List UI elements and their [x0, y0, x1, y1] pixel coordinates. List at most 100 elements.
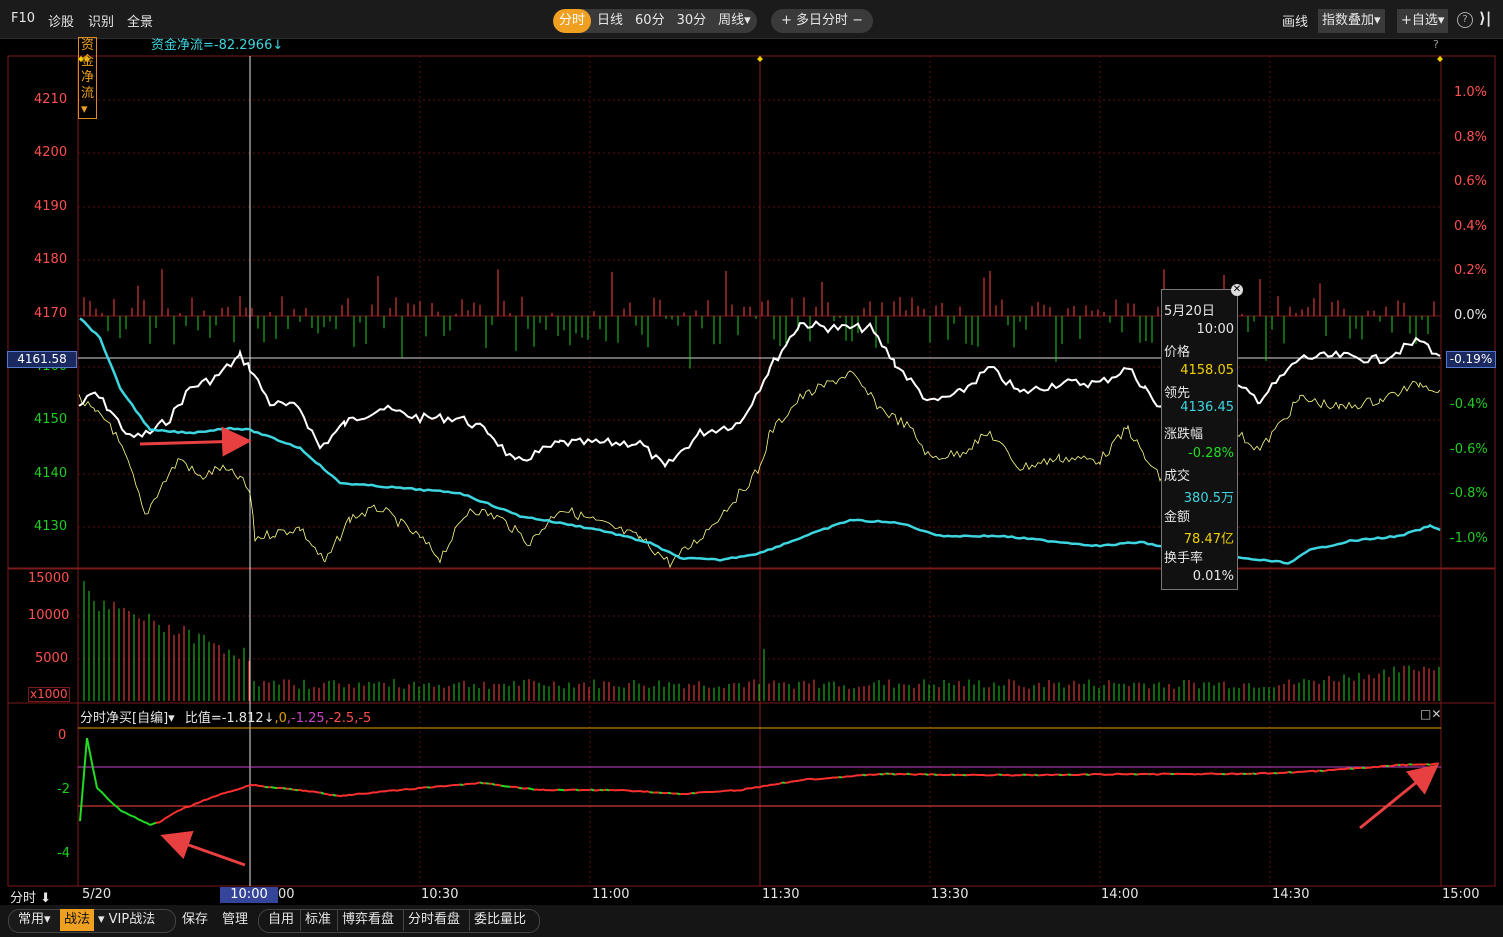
- tab-intraday[interactable]: 分时: [553, 9, 592, 33]
- net-buy-segment-down: [131, 815, 136, 818]
- net-buy-segment-up: [1276, 771, 1281, 775]
- net-buy-segment-up: [239, 786, 244, 790]
- net-buy-segment-up: [1194, 772, 1199, 776]
- net-buy-segment-up: [1007, 773, 1012, 777]
- window-controls[interactable]: □✕: [1420, 707, 1441, 721]
- tab-weekly[interactable]: 周线▾: [712, 9, 757, 33]
- close-icon[interactable]: ✕: [1231, 284, 1243, 296]
- f10-button[interactable]: F10: [11, 11, 35, 26]
- net-buy-segment-up: [823, 777, 828, 780]
- net-buy-segment-up: [515, 785, 520, 789]
- volume-tick: 15000: [28, 571, 70, 586]
- tab-60min[interactable]: 60分: [629, 9, 671, 33]
- tooltip-value: 78.47亿: [1183, 532, 1234, 547]
- net-buy-segment-up: [1343, 767, 1348, 771]
- net-buy-segment-up: [159, 819, 164, 824]
- net-buy-segment-up: [1019, 773, 1024, 777]
- panorama-button[interactable]: 全景: [127, 11, 153, 30]
- netbuy-tick: 0: [58, 728, 67, 743]
- net-buy-segment-up: [1200, 772, 1205, 776]
- tooltip-value: 0.01%: [1192, 569, 1234, 584]
- net-buy-segment-down: [590, 788, 595, 792]
- net-buy-segment-up: [1255, 772, 1260, 776]
- index-overlay-dropdown[interactable]: 指数叠加▾: [1318, 9, 1385, 33]
- net-buy-segment-up: [766, 783, 771, 787]
- multi-day-intraday-button[interactable]: + 多日分时 −: [771, 9, 874, 33]
- netbuy-indicator-selector[interactable]: 分时净买[自编]▾: [80, 711, 175, 726]
- net-buy-segment-up: [643, 790, 648, 793]
- net-buy-segment-up: [539, 788, 544, 792]
- tactics-tab[interactable]: 战法: [60, 909, 95, 931]
- tab-game-view[interactable]: 博弈看盘: [337, 909, 398, 931]
- net-buy-segment-up: [414, 787, 419, 791]
- tab-standard[interactable]: 标准: [300, 909, 335, 931]
- current-pct-label: -0.19%: [1446, 351, 1496, 368]
- netbuy-tick: -4: [57, 846, 70, 861]
- pct-tick: -0.6%: [1450, 442, 1488, 457]
- recognize-button[interactable]: 识别: [88, 11, 114, 30]
- draw-line-button[interactable]: 画线: [1282, 11, 1308, 30]
- tab-30min[interactable]: 30分: [671, 9, 713, 33]
- vip-tactics-dropdown[interactable]: ▾ VIP战法: [94, 909, 159, 931]
- indicator-selector[interactable]: 资金净流▾: [78, 37, 98, 119]
- net-buy-segment-up: [1004, 773, 1009, 777]
- save-button[interactable]: 保存: [178, 909, 212, 931]
- net-buy-segment-up: [1376, 765, 1381, 769]
- net-buy-segment-up: [209, 795, 214, 799]
- time-axis-date: 5/20: [82, 887, 112, 902]
- net-buy-segment-up: [191, 802, 196, 807]
- tab-daily[interactable]: 日线: [591, 9, 629, 33]
- net-buy-segment-up: [224, 790, 229, 794]
- help-icon[interactable]: ?: [1457, 12, 1473, 28]
- net-buy-segment-down: [575, 788, 580, 792]
- net-buy-segment-up: [314, 790, 319, 794]
- net-buy-segment-down: [667, 791, 672, 795]
- net-buy-segment-down: [891, 772, 896, 776]
- net-buy-segment-up: [351, 793, 356, 797]
- common-dropdown[interactable]: 常用▾: [14, 909, 55, 931]
- netbuy-param: ,0: [274, 711, 287, 726]
- net-buy-segment-up: [1031, 773, 1036, 777]
- add-watchlist-dropdown[interactable]: +自选▾: [1397, 9, 1449, 33]
- net-buy-segment-down: [862, 773, 867, 777]
- net-buy-segment-up: [894, 773, 899, 776]
- net-buy-segment-down: [92, 768, 97, 783]
- manage-button[interactable]: 管理: [218, 909, 252, 931]
- net-buy-segment-up: [1264, 771, 1269, 775]
- net-buy-segment-down: [332, 793, 337, 797]
- crosshair-time-label: 10:00: [220, 887, 278, 903]
- net-buy-segment-up: [1285, 770, 1290, 774]
- net-buy-segment-up: [983, 774, 988, 777]
- net-buy-segment-down: [128, 813, 133, 817]
- legend-help-icon[interactable]: ?: [1433, 38, 1439, 51]
- net-buy-segment-up: [1402, 763, 1407, 767]
- net-buy-segment-down: [108, 799, 113, 804]
- time-axis-label: 11:30: [762, 887, 800, 902]
- pct-tick: -0.4%: [1450, 397, 1488, 412]
- tooltip-value: 4158.05: [1180, 363, 1234, 378]
- net-buy-segment-down: [152, 821, 157, 825]
- tooltip-label: 价格: [1164, 345, 1191, 360]
- data-tooltip: ✕ 5月20日 10:00 价格 4158.05 领先 4136.45 涨跌幅 …: [1161, 284, 1243, 590]
- tooltip-value: 380.5万: [1183, 491, 1234, 506]
- tab-intraday-view[interactable]: 分时看盘: [403, 909, 464, 931]
- net-buy-segment-up: [1325, 768, 1330, 772]
- pct-tick: 0.2%: [1454, 263, 1488, 278]
- netbuy-legend: 分时净买[自编]▾ 比值=-1.812↓,0,-1.25,-2.5,-5: [80, 707, 371, 726]
- net-buy-segment-up: [787, 780, 792, 784]
- netbuy-param: ,-1.25: [286, 711, 325, 726]
- net-buy-segment-up: [456, 783, 461, 787]
- volume-tick: 10000: [28, 608, 70, 623]
- net-buy-segment-up: [688, 792, 693, 795]
- time-mode-selector[interactable]: 分时 ⬇: [10, 887, 51, 906]
- stock-diagnosis-button[interactable]: 诊股: [48, 11, 74, 30]
- net-buy-segment-up: [444, 784, 449, 788]
- tab-bid-ratio[interactable]: 委比量比: [469, 909, 530, 931]
- tooltip-label: 成交: [1164, 469, 1191, 484]
- tab-custom[interactable]: 自用: [264, 909, 298, 931]
- net-buy-segment-up: [162, 817, 167, 821]
- net-buy-segment-up: [200, 799, 205, 803]
- net-buy-segment-up: [1399, 763, 1404, 767]
- net-buy-segment-up: [215, 793, 220, 798]
- collapse-panel-icon[interactable]: ⟩|: [1479, 9, 1491, 27]
